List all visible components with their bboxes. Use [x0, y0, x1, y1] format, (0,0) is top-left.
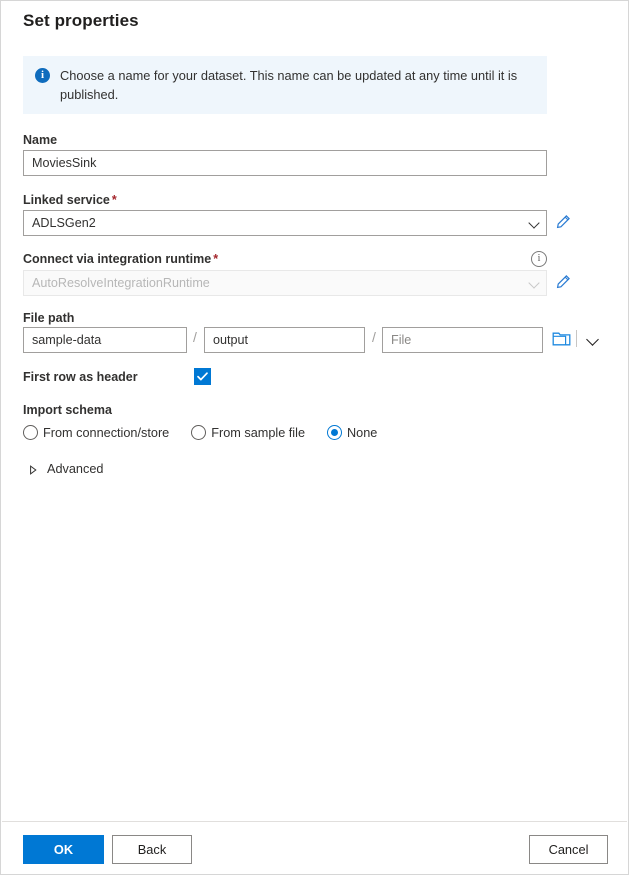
linked-service-label-text: Linked service: [23, 193, 110, 207]
radio-circle-icon: [191, 425, 207, 440]
file-path-divider: [576, 330, 577, 347]
info-banner-text: Choose a name for your dataset. This nam…: [60, 68, 518, 102]
integration-runtime-info-outline-icon[interactable]: i: [531, 251, 547, 267]
file-path-separator-2: /: [372, 329, 376, 345]
import-schema-label: Import schema: [23, 403, 112, 417]
page-title: Set properties: [23, 11, 139, 30]
linked-service-select[interactable]: ADLSGen2: [23, 210, 547, 236]
chevron-down-icon[interactable]: [585, 331, 601, 347]
chevron-down-icon: [528, 216, 542, 230]
file-path-label: File path: [23, 311, 75, 325]
folder-icon[interactable]: [552, 330, 571, 347]
ok-button[interactable]: OK: [23, 835, 104, 864]
advanced-label: Advanced: [47, 462, 104, 476]
first-row-as-header-checkbox[interactable]: [194, 368, 211, 385]
file-path-file-input[interactable]: [382, 327, 543, 353]
integration-runtime-select: AutoResolveIntegrationRuntime: [23, 270, 547, 296]
back-button[interactable]: Back: [112, 835, 192, 864]
radio-from-connection-store[interactable]: From connection/store: [23, 425, 169, 440]
integration-runtime-label-text: Connect via integration runtime: [23, 252, 212, 266]
info-banner: i Choose a name for your dataset. This n…: [23, 56, 547, 114]
linked-service-label: Linked service *: [23, 193, 117, 207]
import-schema-radio-group: From connection/store From sample file N…: [23, 425, 377, 440]
radio-circle-icon: [23, 425, 38, 440]
file-path-container-input[interactable]: [23, 327, 187, 353]
triangle-right-icon: [27, 463, 39, 475]
set-properties-dialog: Set properties i Choose a name for your …: [0, 0, 629, 875]
radio-label: From connection/store: [43, 425, 170, 440]
linked-service-edit-pencil-icon[interactable]: [554, 213, 572, 231]
integration-runtime-required: *: [213, 252, 219, 266]
integration-runtime-edit-pencil-icon[interactable]: [554, 273, 572, 291]
radio-none[interactable]: None: [327, 425, 377, 440]
file-path-separator-1: /: [193, 329, 197, 345]
radio-label: None: [347, 425, 378, 440]
footer-divider: [2, 821, 627, 822]
first-row-as-header-label: First row as header: [23, 370, 138, 384]
chevron-down-icon: [528, 276, 542, 290]
name-label: Name: [23, 133, 58, 147]
name-input[interactable]: [23, 150, 547, 176]
cancel-button[interactable]: Cancel: [529, 835, 608, 864]
advanced-expander[interactable]: Advanced: [27, 462, 103, 476]
radio-circle-selected-icon: [327, 425, 343, 440]
linked-service-required: *: [111, 193, 117, 207]
file-path-directory-input[interactable]: [204, 327, 365, 353]
integration-runtime-value: AutoResolveIntegrationRuntime: [32, 276, 210, 290]
info-filled-icon: i: [35, 68, 50, 83]
integration-runtime-label: Connect via integration runtime *: [23, 252, 218, 266]
linked-service-value: ADLSGen2: [32, 216, 96, 230]
radio-label: From sample file: [211, 425, 306, 440]
radio-from-sample-file[interactable]: From sample file: [191, 425, 305, 440]
